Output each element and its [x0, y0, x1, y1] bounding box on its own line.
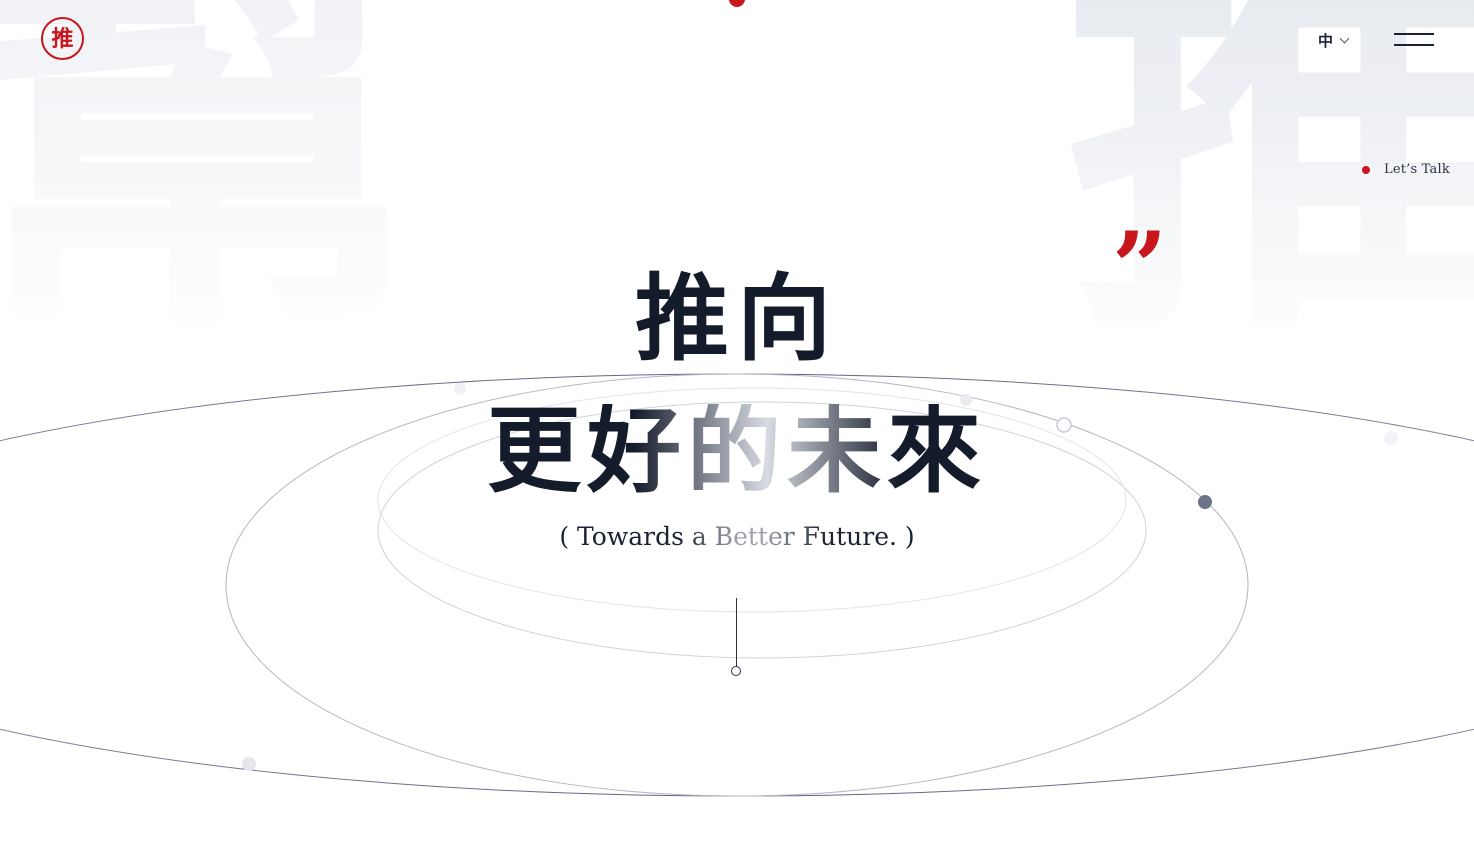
chevron-down-icon	[1339, 33, 1350, 44]
logo[interactable]: 推	[41, 17, 84, 60]
hero-title-line1: 推向	[634, 264, 839, 374]
hero-title-line2: 更好的未來	[0, 404, 1474, 498]
menu-button[interactable]	[1394, 32, 1434, 48]
red-dot-icon	[1362, 165, 1370, 174]
hamburger-menu-icon-line	[1394, 44, 1434, 46]
lets-talk-link[interactable]: Let’s Talk	[1362, 162, 1450, 177]
hero-subtitle: ( Towards a Better Future. )	[0, 522, 1474, 551]
scroll-indicator-line	[736, 598, 737, 668]
scroll-indicator-icon[interactable]	[731, 666, 741, 676]
page: 幫 推 推 中 Let’s Talk ” 推向 更好的未來 (Towards …	[0, 0, 1474, 858]
lets-talk-label: Let’s Talk	[1384, 162, 1450, 177]
language-selector[interactable]: 中	[1318, 30, 1350, 51]
orbit-dot	[242, 757, 256, 771]
language-label: 中	[1318, 32, 1334, 50]
orbit-dot	[454, 383, 466, 395]
logo-mark: 推	[51, 25, 74, 52]
hamburger-menu-icon	[1394, 33, 1434, 35]
